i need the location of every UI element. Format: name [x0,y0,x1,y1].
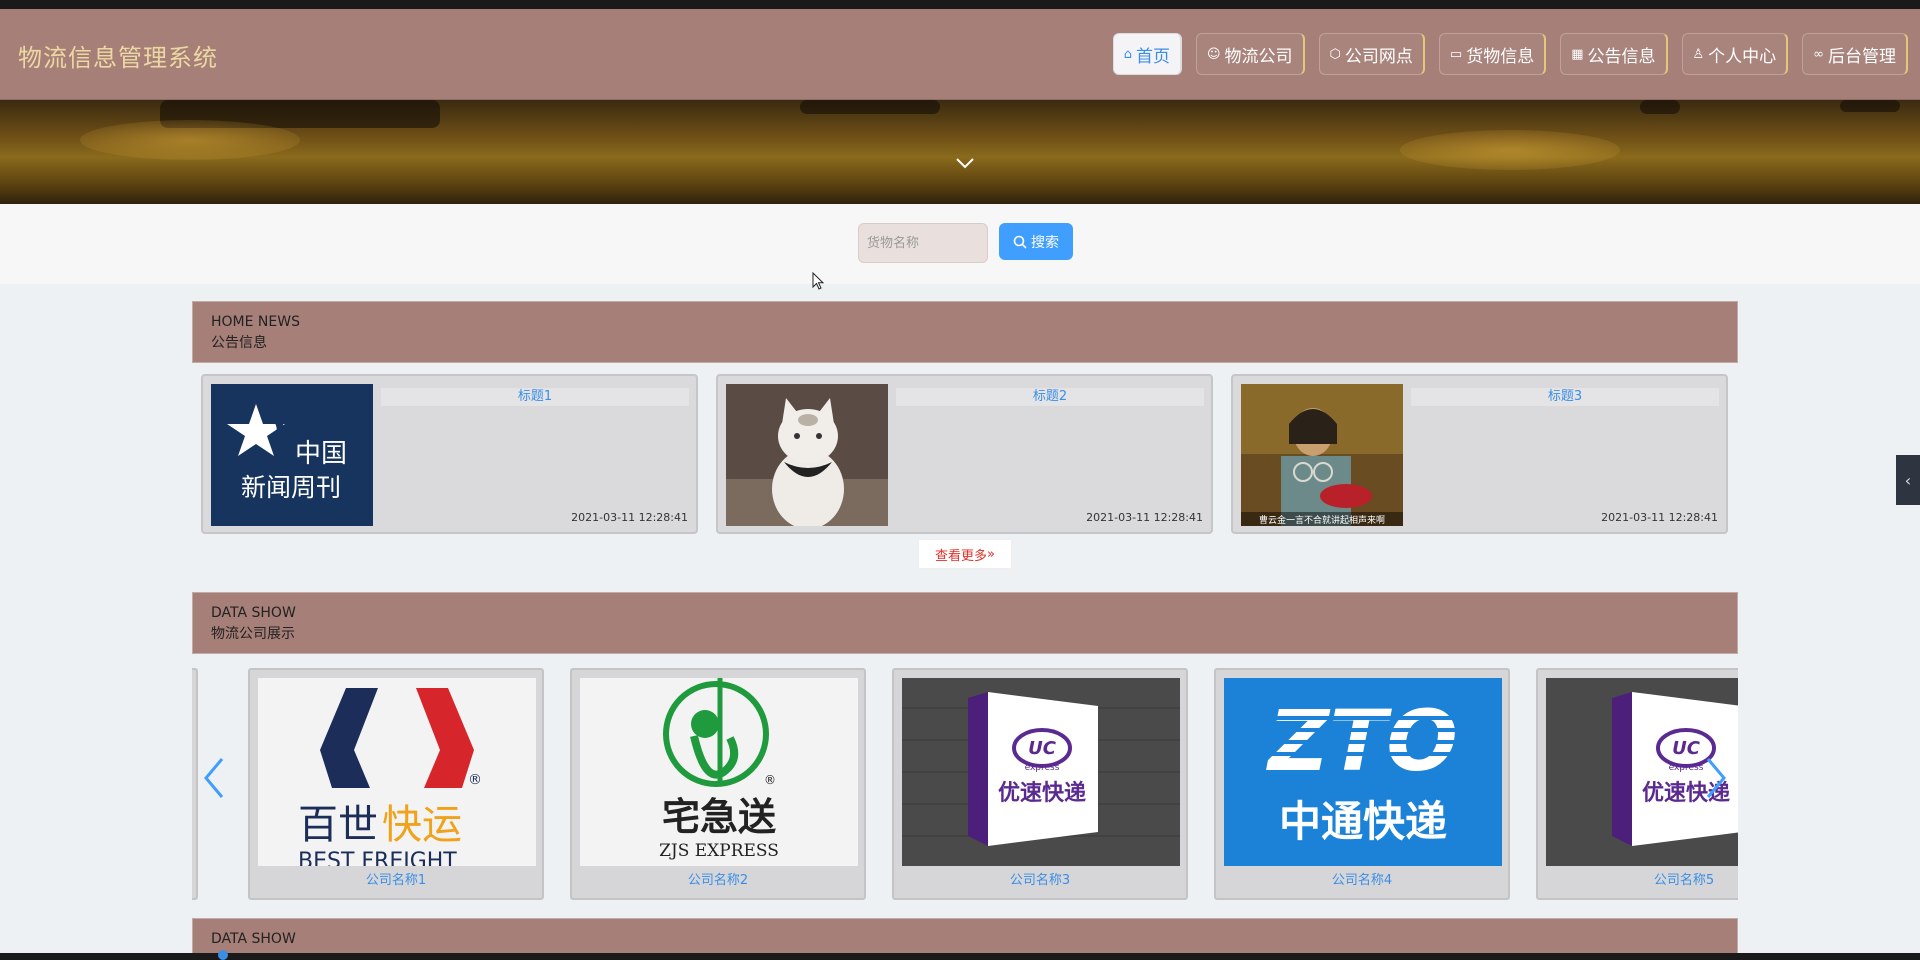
svg-text:宅急送: 宅急送 [662,795,776,839]
company-name[interactable]: 公司名称5 [1538,869,1738,888]
svg-text:UC: UC [1672,738,1701,759]
hero-shape [1640,100,1680,114]
third-section-header: DATA SHOW [192,918,1738,958]
svg-text:新闻周刊: 新闻周刊 [241,473,341,502]
uc-express-sign: UC express 优速快递 [902,678,1180,866]
cat-photo-image [726,384,888,526]
nav-branches[interactable]: ⬡ 公司网点 [1318,33,1425,75]
nav-profile-label: 个人中心 [1708,46,1777,67]
company-card[interactable]: UC express 优速快递 公司名称3 [892,668,1188,900]
performer-photo-image: 曹云金一言不合就讲起相声来啊 [1241,384,1403,526]
nav-logistics-company-label: 物流公司 [1224,46,1293,67]
svg-text:®: ® [468,772,482,788]
news-title[interactable]: 标题3 [1411,388,1719,406]
nav-goods[interactable]: ▭ 货物信息 [1438,33,1547,75]
company-name[interactable]: 公司名称3 [894,869,1186,888]
nav-profile[interactable]: ♙ 个人中心 [1681,33,1789,75]
third-section-en-title: DATA SHOW [211,931,296,947]
svg-text:百世: 百世 [298,802,378,848]
view-more-label: 查看更多 [935,548,988,564]
hero-shape [1840,100,1900,112]
news-time: 2021-03-11 12:28:41 [1086,511,1203,524]
company-card[interactable]: ZTO 中通快递 公司名称4 [1214,668,1510,900]
news-card[interactable]: 中国 新闻周刊 标题1 2021-03-11 12:28:41 [201,374,698,534]
hero-shape [800,100,940,114]
news-card[interactable]: 标题2 2021-03-11 12:28:41 [716,374,1213,534]
goods-search-input[interactable] [858,223,988,263]
nav-branches-label: 公司网点 [1344,46,1413,67]
news-section-en-title: HOME NEWS [211,314,300,330]
user-icon: ♙ [1692,46,1705,62]
news-title[interactable]: 标题1 [381,388,689,406]
nav-logistics-company[interactable]: ☺ 物流公司 [1195,33,1305,75]
svg-text:UC: UC [1028,738,1057,759]
search-button-label: 搜索 [1031,233,1059,250]
news-time: 2021-03-11 12:28:41 [571,511,688,524]
svg-text:®: ® [764,773,776,787]
companies-section-en-title: DATA SHOW [211,605,296,621]
nav-home-label: 首页 [1135,46,1170,67]
svg-text:ZJS EXPRESS: ZJS EXPRESS [659,841,779,861]
svg-text:中国: 中国 [295,439,347,469]
search-icon [1013,235,1027,249]
nav-admin-label: 后台管理 [1828,46,1896,67]
company-name[interactable]: 公司名称1 [250,869,542,888]
mouse-cursor-icon [812,272,825,290]
svg-text:express: express [1025,763,1060,773]
news-title[interactable]: 标题2 [896,388,1204,406]
chevron-left-icon: ‹ [1904,470,1912,490]
progress-dot [218,950,228,960]
home-icon: ⌂ [1123,46,1132,62]
best-freight-logo: ® 百世 快运 BEST FREIGHT [258,678,536,866]
smile-icon: ☺ [1206,46,1221,62]
hero-light [1400,130,1620,170]
window-bottom-bar [0,953,1920,960]
svg-text:BEST FREIGHT: BEST FREIGHT [298,849,457,866]
news-time: 2021-03-11 12:28:41 [1601,511,1718,524]
companies-section-cn-title: 物流公司展示 [211,626,295,642]
zjs-express-logo: ® 宅急送 ZJS EXPRESS [580,678,858,866]
nav-goods-label: 货物信息 [1466,46,1535,67]
svg-text:中通快递: 中通快递 [1279,797,1447,846]
nav-home[interactable]: ⌂ 首页 [1112,33,1182,75]
svg-text:快运: 快运 [382,802,462,848]
news-card[interactable]: 曹云金一言不合就讲起相声来啊 标题3 2021-03-11 12:28:41 [1231,374,1728,534]
link-icon: ∞ [1813,46,1824,62]
notice-icon: ▦ [1571,46,1584,62]
zto-logo: ZTO 中通快递 [1224,678,1502,866]
chevron-down-icon[interactable] [954,152,976,174]
svg-text:优速快递: 优速快递 [998,780,1086,806]
company-carousel: ® 百世 快运 BEST FREIGHT 公司名称1 ® 宅急送 ZJS EXP… [192,660,1738,900]
side-panel-toggle[interactable]: ‹ [1896,455,1920,505]
hero-light [80,120,300,160]
book-icon: ▭ [1449,46,1463,62]
news-weekly-logo-image: 中国 新闻周刊 [211,384,373,526]
nav-notices[interactable]: ▦ 公告信息 [1560,33,1668,75]
news-section-header: HOME NEWS 公告信息 [192,301,1738,363]
carousel-prev-arrow-icon[interactable] [200,755,228,801]
search-button[interactable]: 搜索 [999,223,1073,260]
nav-admin[interactable]: ∞ 后台管理 [1802,33,1908,75]
site-header: 物流信息管理系统 ⌂ 首页 ☺ 物流公司 ⬡ 公司网点 ▭ 货物信息 ▦ 公告信… [0,9,1920,100]
news-section-cn-title: 公告信息 [211,335,267,351]
company-card-partial[interactable] [192,668,198,900]
company-name[interactable]: 公司名称2 [572,869,864,888]
window-top-bar [0,0,1920,9]
company-card[interactable]: ® 百世 快运 BEST FREIGHT 公司名称1 [248,668,544,900]
nav-notices-label: 公告信息 [1587,46,1656,67]
carousel-next-arrow-icon[interactable] [1702,755,1730,801]
company-card[interactable]: ® 宅急送 ZJS EXPRESS 公司名称2 [570,668,866,900]
main-nav: ⌂ 首页 ☺ 物流公司 ⬡ 公司网点 ▭ 货物信息 ▦ 公告信息 ♙ 个人中心 … [1112,33,1908,75]
svg-text:曹云金一言不合就讲起相声来啊: 曹云金一言不合就讲起相声来啊 [1259,514,1385,526]
companies-section-header: DATA SHOW 物流公司展示 [192,592,1738,654]
svg-text:express: express [1669,763,1704,773]
view-more-button[interactable]: 查看更多 » [918,539,1012,569]
hero-banner [0,100,1920,204]
box-icon: ⬡ [1329,46,1341,62]
double-chevron-right-icon: » [987,546,995,562]
site-title: 物流信息管理系统 [18,44,218,72]
company-name[interactable]: 公司名称4 [1216,869,1508,888]
